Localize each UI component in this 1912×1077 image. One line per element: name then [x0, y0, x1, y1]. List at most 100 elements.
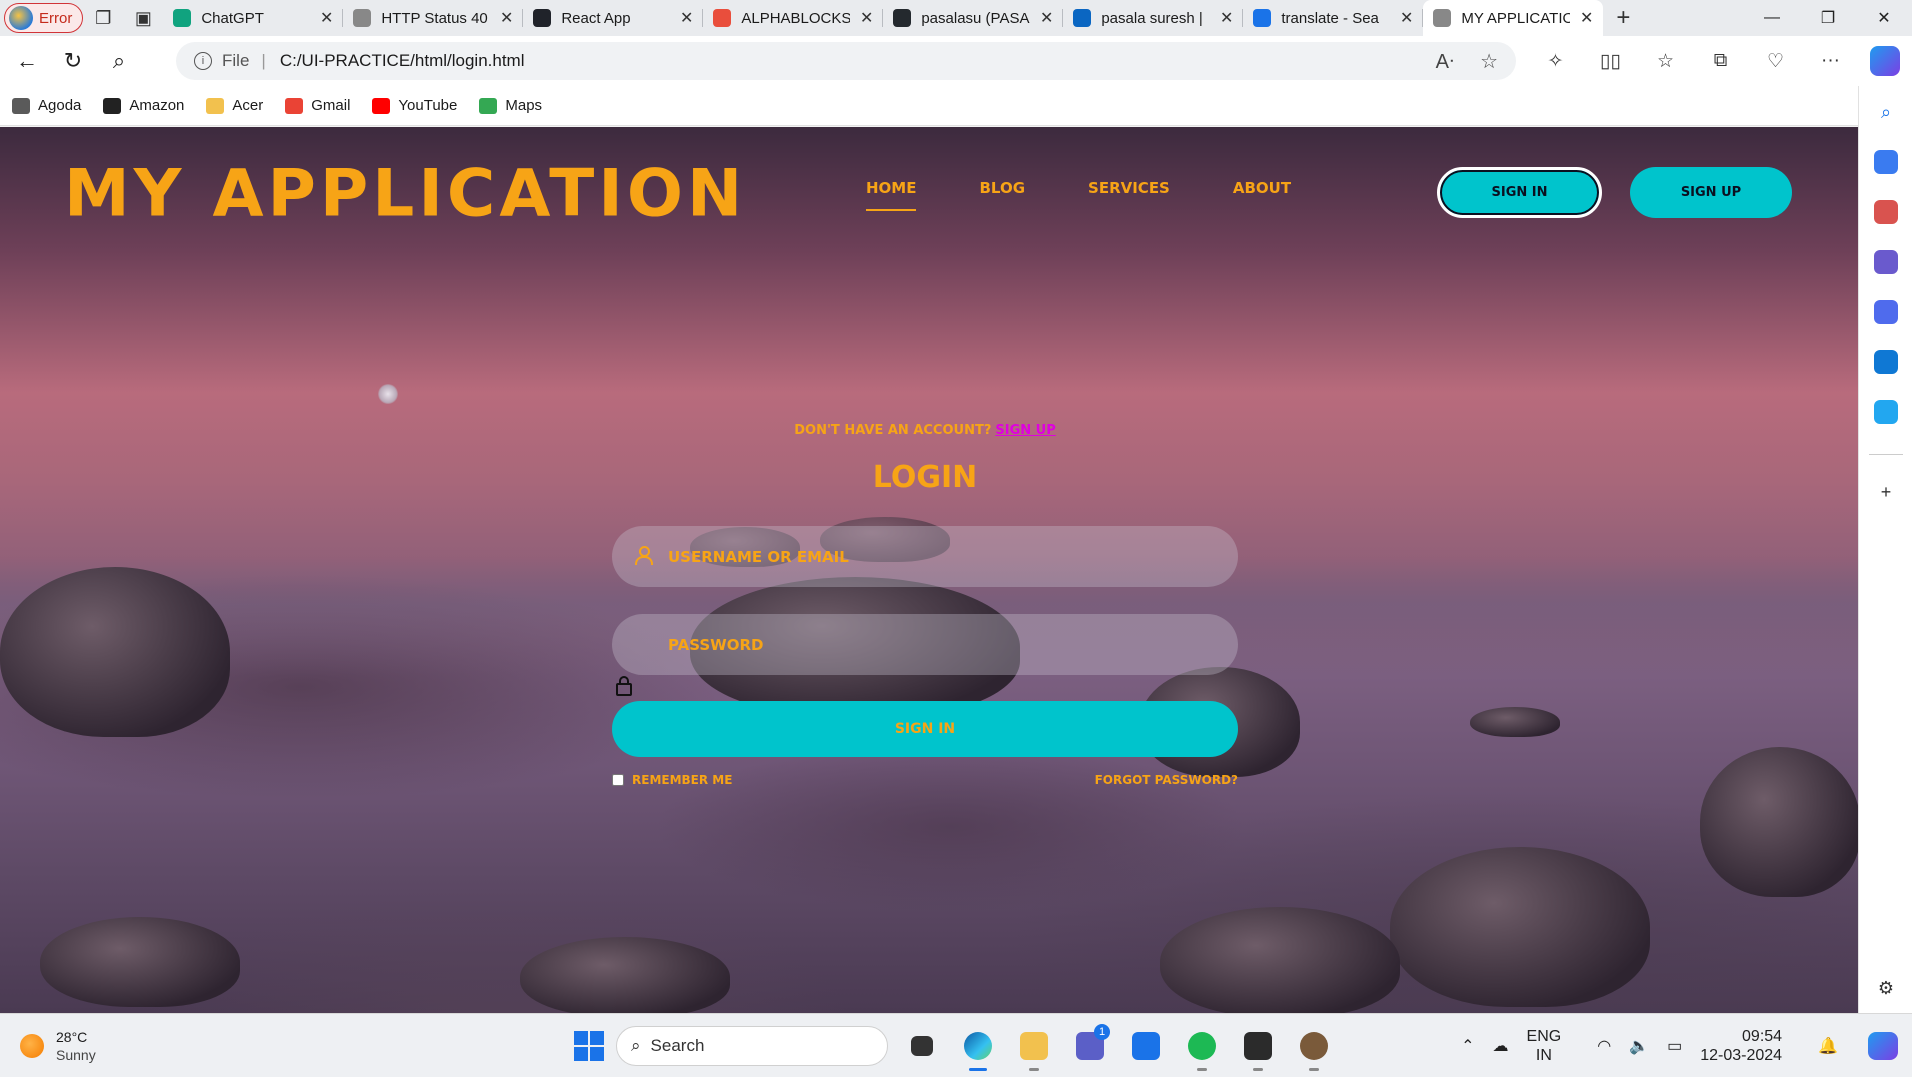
taskbar-search[interactable]: ⌕ Search: [616, 1026, 888, 1066]
username-field[interactable]: Username or Email: [612, 526, 1238, 587]
bookmark-item[interactable]: Agoda: [12, 97, 81, 114]
file-explorer-icon[interactable]: [1012, 1024, 1056, 1071]
rock-image: [1470, 707, 1560, 737]
tools-icon[interactable]: [1874, 200, 1898, 224]
collections-icon[interactable]: ⧉: [1693, 50, 1748, 72]
bookmark-item[interactable]: YouTube: [372, 97, 457, 114]
nav-blog[interactable]: Blog: [979, 179, 1025, 197]
close-window-icon[interactable]: ✕: [1856, 0, 1912, 36]
rock-image: [40, 917, 240, 1007]
outlook-icon[interactable]: [1874, 350, 1898, 374]
copilot-icon[interactable]: [1870, 46, 1900, 76]
spotify-icon[interactable]: [1180, 1024, 1224, 1071]
weather-temp: 28°C: [56, 1029, 88, 1045]
app-avatar-icon[interactable]: [1292, 1024, 1336, 1071]
lock-icon: [616, 676, 632, 696]
back-icon[interactable]: ←: [4, 41, 50, 81]
close-tab-icon[interactable]: ✕: [1220, 8, 1233, 28]
language-indicator[interactable]: ENG IN: [1527, 1027, 1580, 1065]
add-icon[interactable]: +: [1874, 480, 1898, 504]
tab-actions-icon[interactable]: ▣: [123, 3, 163, 33]
remember-me[interactable]: Remember Me: [612, 773, 732, 787]
sun-weather-icon: [20, 1034, 44, 1058]
extensions-icon[interactable]: ✧: [1528, 50, 1583, 73]
signup-link[interactable]: Sign up: [995, 423, 1055, 438]
browser-tab[interactable]: MY APPLICATIO ✕: [1423, 0, 1604, 36]
alphablocks-icon: [713, 9, 732, 27]
task-view-icon[interactable]: [900, 1024, 944, 1068]
send-icon[interactable]: [1874, 400, 1898, 424]
remember-me-checkbox[interactable]: [612, 774, 624, 786]
refresh-icon[interactable]: ↻: [50, 41, 96, 81]
copilot-taskbar-icon[interactable]: [1868, 1032, 1898, 1060]
minimize-icon[interactable]: —: [1744, 0, 1800, 36]
linkedin-icon: [1073, 9, 1092, 27]
site-info-icon[interactable]: i: [194, 52, 212, 70]
restore-icon[interactable]: ❐: [1800, 0, 1856, 36]
search-icon[interactable]: ⌕: [1874, 100, 1898, 124]
notification-bell-icon[interactable]: 🔔: [1818, 1036, 1838, 1056]
volume-icon[interactable]: 🔈: [1629, 1036, 1649, 1056]
nav-home[interactable]: Home: [866, 179, 917, 211]
close-tab-icon[interactable]: ✕: [500, 8, 513, 28]
sign-in-submit-button[interactable]: Sign In: [612, 701, 1238, 757]
favorite-star-icon[interactable]: ☆: [1480, 49, 1498, 74]
microsoft-store-icon[interactable]: [1124, 1024, 1168, 1068]
main-nav: Home Blog Services About: [866, 179, 1291, 211]
password-field[interactable]: Password: [612, 614, 1238, 696]
close-tab-icon[interactable]: ✕: [320, 8, 333, 28]
split-screen-icon[interactable]: ▯▯: [1583, 50, 1638, 73]
read-aloud-icon[interactable]: Aᐧ: [1436, 49, 1454, 74]
close-tab-icon[interactable]: ✕: [860, 8, 873, 28]
bookmark-item[interactable]: Acer: [206, 97, 263, 114]
browser-tab[interactable]: ChatGPT ✕: [163, 0, 344, 36]
close-tab-icon[interactable]: ✕: [1580, 8, 1593, 28]
header-sign-in-button[interactable]: Sign In: [1437, 167, 1602, 218]
address-bar[interactable]: i File | C:/UI-PRACTICE/html/login.html …: [176, 42, 1516, 80]
terminal-icon[interactable]: [1236, 1024, 1280, 1071]
nav-services[interactable]: Services: [1088, 179, 1170, 197]
new-tab-button[interactable]: +: [1603, 4, 1643, 32]
browser-tab[interactable]: translate - Sea ✕: [1243, 0, 1424, 36]
games-icon[interactable]: [1874, 250, 1898, 274]
close-tab-icon[interactable]: ✕: [1040, 8, 1053, 28]
microsoft-365-icon[interactable]: [1874, 300, 1898, 324]
browser-tab[interactable]: pasala suresh | ✕: [1063, 0, 1244, 36]
shopping-tag-icon[interactable]: [1874, 150, 1898, 174]
search-icon[interactable]: ⌕: [96, 41, 142, 81]
more-menu-icon[interactable]: ···: [1803, 50, 1858, 72]
site-logo[interactable]: My Application: [64, 156, 746, 231]
edge-browser-icon[interactable]: [956, 1024, 1000, 1071]
browser-tab[interactable]: HTTP Status 40 ✕: [343, 0, 524, 36]
wifi-icon[interactable]: ◠: [1597, 1036, 1611, 1056]
bookmark-item[interactable]: Gmail: [285, 97, 350, 114]
weather-widget[interactable]: 28°C Sunny: [20, 1028, 96, 1064]
browser-tab[interactable]: pasalasu (PASA ✕: [883, 0, 1064, 36]
browser-essentials-icon[interactable]: ♡: [1748, 50, 1803, 73]
close-tab-icon[interactable]: ✕: [680, 8, 693, 28]
rock-image: [520, 937, 730, 1013]
close-tab-icon[interactable]: ✕: [1400, 8, 1413, 28]
start-windows-icon[interactable]: [574, 1031, 604, 1061]
forgot-password-link[interactable]: Forgot Password?: [1095, 773, 1238, 787]
battery-icon[interactable]: ▭: [1667, 1036, 1682, 1056]
teams-icon[interactable]: 1: [1068, 1024, 1112, 1068]
chevron-up-icon[interactable]: ⌃: [1461, 1036, 1474, 1056]
sidebar-rail: ⌕ + ⚙: [1858, 86, 1912, 1013]
bookmark-item[interactable]: Maps: [479, 97, 542, 114]
clock[interactable]: 09:54 12-03-2024: [1700, 1027, 1800, 1065]
settings-gear-icon[interactable]: ⚙: [1874, 976, 1898, 1000]
site-header: My Application Home Blog Services About Sig…: [0, 127, 1858, 247]
favorites-icon[interactable]: ☆: [1638, 50, 1693, 73]
browser-tab[interactable]: ALPHABLOCKS ✕: [703, 0, 884, 36]
profile-error-button[interactable]: Error: [4, 3, 84, 33]
teams-badge: 1: [1094, 1024, 1110, 1040]
header-sign-up-button[interactable]: Sign Up: [1630, 167, 1792, 218]
nav-about[interactable]: About: [1233, 179, 1291, 197]
url-text[interactable]: C:/UI-PRACTICE/html/login.html: [280, 51, 1410, 71]
onedrive-icon[interactable]: ☁: [1493, 1036, 1509, 1056]
browser-tab[interactable]: React App ✕: [523, 0, 704, 36]
bookmark-icon: [372, 97, 391, 114]
workspaces-icon[interactable]: ❐: [83, 3, 123, 33]
bookmark-item[interactable]: Amazon: [103, 97, 184, 114]
